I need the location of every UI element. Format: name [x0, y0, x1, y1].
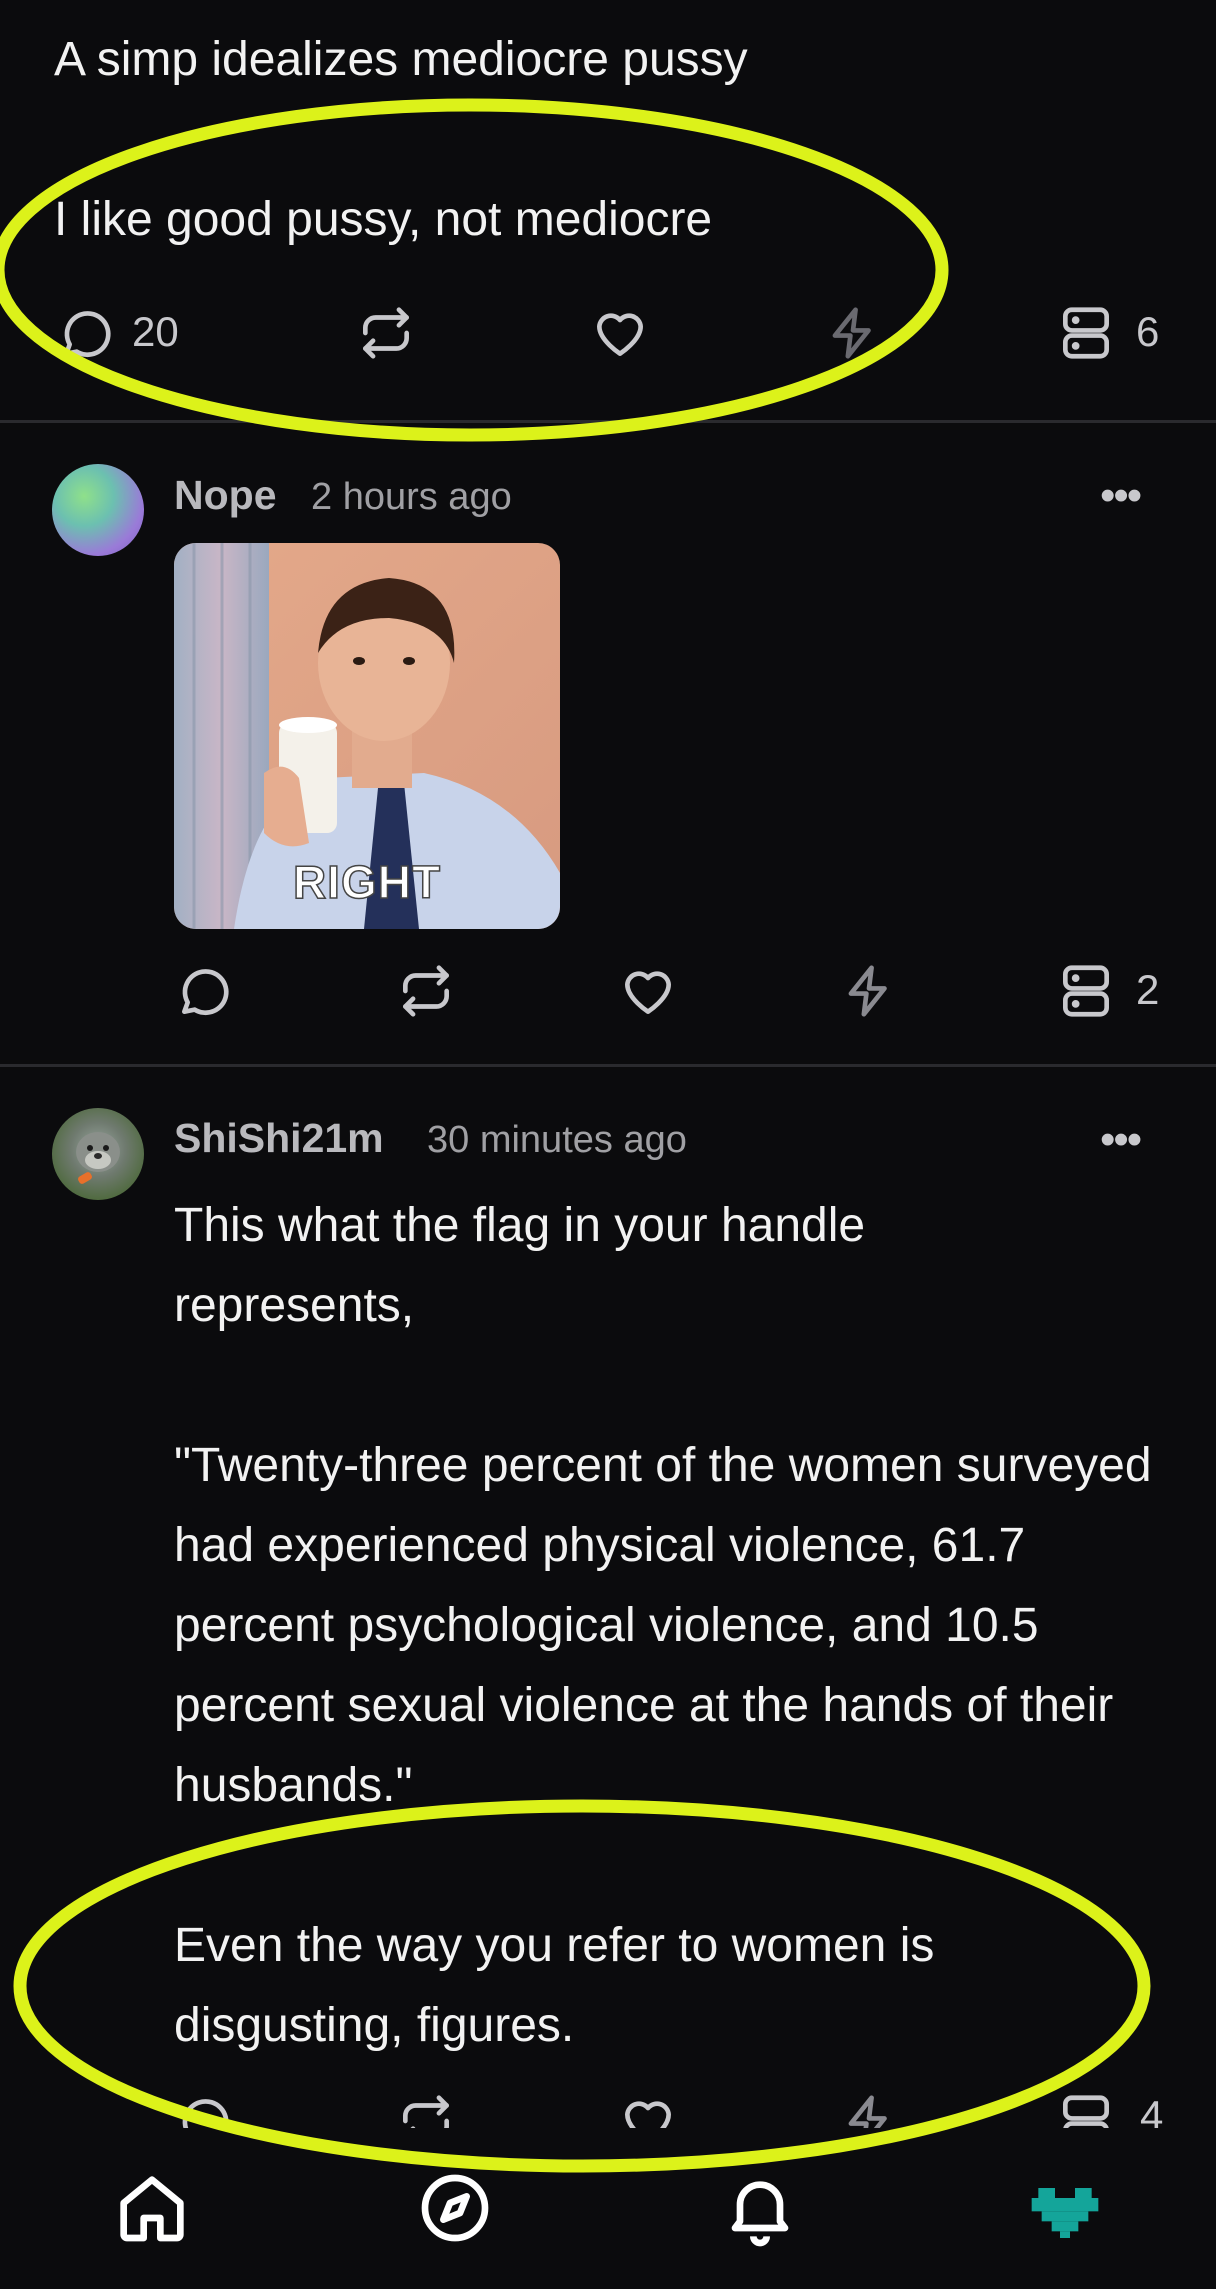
- zap-icon[interactable]: [838, 2090, 900, 2128]
- stack-icon[interactable]: [1055, 302, 1117, 364]
- highlight-ellipse: [0, 98, 949, 442]
- post-divider: [0, 420, 1216, 423]
- bottom-nav: [0, 2128, 1216, 2289]
- post-divider: [0, 1064, 1216, 1067]
- reply-count: 20: [132, 308, 179, 355]
- home-icon[interactable]: [112, 2168, 192, 2248]
- gif-image[interactable]: RIGHT: [174, 543, 560, 929]
- stack-count: 2: [1136, 966, 1160, 1013]
- post-paragraph: Even the way you refer to women is disgu…: [174, 1919, 935, 2052]
- compass-icon[interactable]: [415, 2168, 495, 2248]
- heart-icon[interactable]: [617, 2090, 679, 2128]
- more-options-icon[interactable]: •••: [1100, 474, 1142, 518]
- otter-icon: [76, 1132, 120, 1184]
- stack-icon[interactable]: [1055, 960, 1117, 1022]
- stack-count: 6: [1136, 308, 1160, 355]
- stack-icon[interactable]: [1055, 2090, 1117, 2128]
- repost-icon[interactable]: [395, 2090, 457, 2128]
- avatar[interactable]: [52, 464, 144, 556]
- comment-icon[interactable]: [174, 2090, 236, 2128]
- post-paragraph: This what the flag in your handle repres…: [174, 1199, 866, 1332]
- heart-pixel-icon[interactable]: [1025, 2168, 1105, 2248]
- avatar[interactable]: [52, 1108, 144, 1200]
- repost-icon[interactable]: [355, 302, 417, 364]
- post-paragraph: "Twenty-three percent of the women surve…: [174, 1439, 1152, 1812]
- post-body: This what the flag in your handle repres…: [174, 1186, 1154, 2066]
- bell-icon[interactable]: [720, 2168, 800, 2248]
- more-options-icon[interactable]: •••: [1100, 1118, 1142, 1162]
- comment-icon[interactable]: [56, 302, 118, 364]
- username[interactable]: ShiShi21m: [174, 1115, 384, 1162]
- gif-caption: RIGHT: [292, 855, 442, 909]
- repost-icon[interactable]: [395, 960, 457, 1022]
- zap-icon[interactable]: [822, 302, 884, 364]
- post-text-line: I like good pussy, not mediocre: [54, 193, 713, 246]
- stack-count: 4: [1140, 2092, 1164, 2128]
- username[interactable]: Nope: [174, 472, 277, 519]
- timestamp: 30 minutes ago: [427, 1119, 687, 1161]
- post-text-line: A simp idealizes mediocre pussy: [54, 33, 748, 86]
- comment-icon[interactable]: [174, 960, 236, 1022]
- zap-icon[interactable]: [838, 960, 900, 1022]
- heart-icon[interactable]: [617, 960, 679, 1022]
- heart-icon[interactable]: [589, 302, 651, 364]
- timestamp: 2 hours ago: [311, 476, 512, 518]
